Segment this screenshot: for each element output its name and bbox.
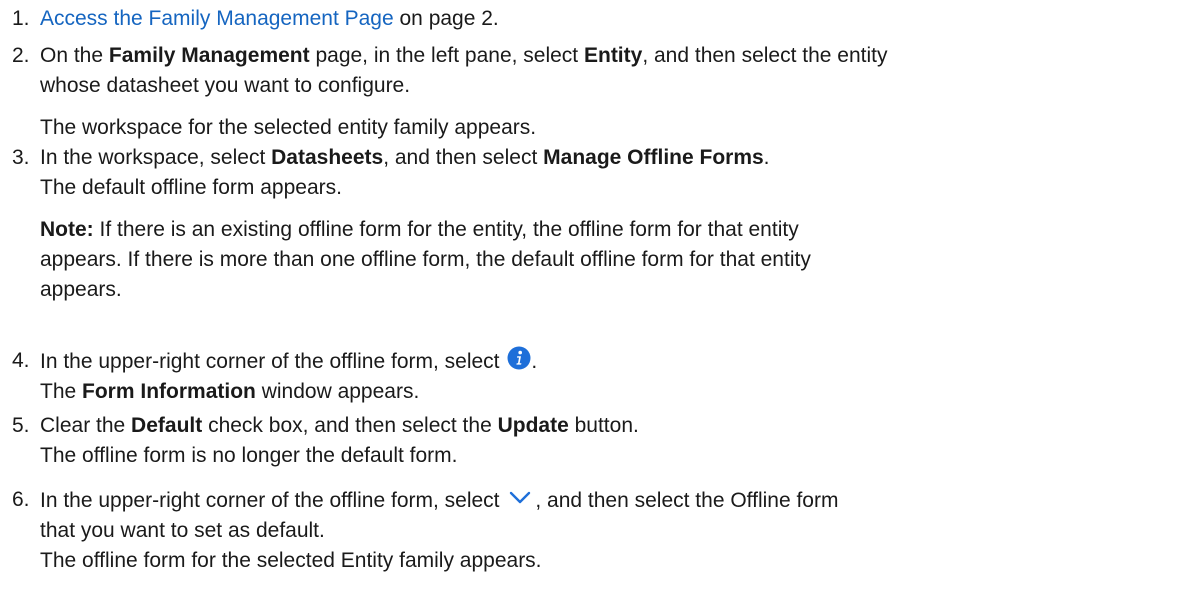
step-4-result: The Form Information window appears. bbox=[40, 380, 420, 403]
step-1: 1. Access the Family Management Page on … bbox=[12, 4, 1192, 34]
info-icon bbox=[507, 346, 531, 370]
step-5: 5. Clear the Default check box, and then… bbox=[12, 411, 1192, 471]
step-6: 6. In the upper-right corner of the offl… bbox=[12, 485, 1192, 576]
note-label: Note: bbox=[40, 218, 94, 241]
step-3-instruction: In the workspace, select Datasheets, and… bbox=[40, 146, 770, 169]
note-block: Note: If there is an existing offline fo… bbox=[40, 218, 811, 301]
step-6-result: The offline form for the selected Entity… bbox=[40, 549, 542, 572]
step-number: 3. bbox=[12, 146, 30, 169]
step-1-line: Access the Family Management Page on pag… bbox=[40, 7, 499, 30]
step-number: 5. bbox=[12, 414, 30, 437]
step-2-instruction: On the Family Management page, in the le… bbox=[40, 44, 888, 67]
step-4: 4. In the upper-right corner of the offl… bbox=[12, 346, 1192, 407]
step-4-instruction: In the upper-right corner of the offline… bbox=[40, 346, 1192, 377]
chevron-down-icon bbox=[509, 485, 531, 504]
access-family-management-link[interactable]: Access the Family Management Page bbox=[40, 7, 394, 30]
step-5-result: The offline form is no longer the defaul… bbox=[40, 444, 458, 467]
step-2: 2. On the Family Management page, in the… bbox=[12, 41, 1192, 143]
step-3: 3. In the workspace, select Datasheets, … bbox=[12, 143, 1192, 305]
step-number: 4. bbox=[12, 349, 30, 372]
step-5-instruction: Clear the Default check box, and then se… bbox=[40, 414, 639, 437]
step-6-instruction-cont: that you want to set as default. bbox=[40, 519, 325, 542]
procedure-document: 1. Access the Family Management Page on … bbox=[0, 0, 1200, 596]
step-3-result: The default offline form appears. bbox=[40, 176, 342, 199]
step-number: 1. bbox=[12, 7, 30, 30]
step-2-result: The workspace for the selected entity fa… bbox=[40, 116, 537, 139]
step-number: 6. bbox=[12, 488, 30, 511]
step-number: 2. bbox=[12, 44, 30, 67]
step-6-instruction: In the upper-right corner of the offline… bbox=[40, 485, 1192, 516]
step-2-instruction-cont: whose datasheet you want to configure. bbox=[40, 74, 411, 97]
